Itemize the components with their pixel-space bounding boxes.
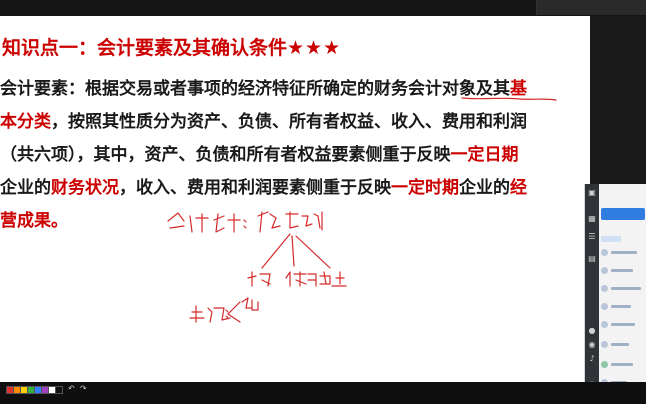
- mic-icon[interactable]: ●: [587, 326, 597, 335]
- undo-icon[interactable]: ↶: [68, 385, 75, 393]
- ink-note-application: [241, 297, 259, 311]
- ink-note-accounting-object: [167, 211, 323, 233]
- chat-row: [601, 320, 645, 330]
- avatar: [601, 341, 608, 348]
- window-control-area[interactable]: [536, 0, 646, 15]
- ink-note-use: [285, 271, 317, 287]
- ink-note-exit: [319, 271, 347, 287]
- avatar: [601, 303, 608, 310]
- color-swatch[interactable]: [55, 386, 63, 394]
- chat-row-text: [611, 305, 631, 308]
- chat-row-text: [611, 269, 633, 272]
- panel-header-button[interactable]: [601, 208, 645, 220]
- file-icon[interactable]: ▤: [587, 254, 597, 263]
- avatar: [601, 249, 608, 256]
- chat-row: [601, 302, 645, 312]
- chat-row: [601, 340, 645, 350]
- panel-tab[interactable]: [601, 236, 621, 242]
- chat-row: [601, 284, 645, 294]
- ink-annotations: [167, 97, 557, 323]
- music-icon[interactable]: ♪: [587, 354, 597, 363]
- avatar: [601, 285, 608, 292]
- grid-icon[interactable]: ▦: [587, 214, 597, 223]
- chat-row-text: [611, 287, 641, 290]
- chat-row: [601, 248, 645, 258]
- chat-row: [601, 266, 645, 276]
- camera-icon[interactable]: ◉: [587, 340, 597, 349]
- ink-note-source: [189, 301, 241, 323]
- avatar: [601, 361, 608, 368]
- chat-row-text: [611, 251, 637, 254]
- redo-icon[interactable]: ↷: [80, 385, 87, 393]
- chat-row-text: [611, 363, 633, 366]
- chat-row-text: [611, 343, 629, 346]
- chat-row: [601, 360, 645, 370]
- ink-branch-lines: [261, 233, 331, 269]
- slide-canvas: 知识点一：会计要素及其确认条件★★★ 会计要素：根据交易或者事项的经济特征所确定…: [0, 16, 590, 382]
- chat-row-text: [611, 323, 635, 326]
- share-icon[interactable]: ▣: [587, 188, 597, 197]
- ink-underline: [461, 97, 557, 101]
- avatar: [601, 267, 608, 274]
- avatar: [601, 321, 608, 328]
- list-icon[interactable]: ☰: [587, 232, 597, 241]
- window-title-bar: [0, 0, 646, 16]
- ink-note-input: [247, 271, 271, 287]
- side-toolbar: ▣ ▦ ☰ ▤ ● ◉ ♪ ⚙: [585, 184, 599, 398]
- pen-toolbar: ↶ ↷: [0, 382, 646, 404]
- live-class-side-panel: ▣ ▦ ☰ ▤ ● ◉ ♪ ⚙: [584, 184, 646, 398]
